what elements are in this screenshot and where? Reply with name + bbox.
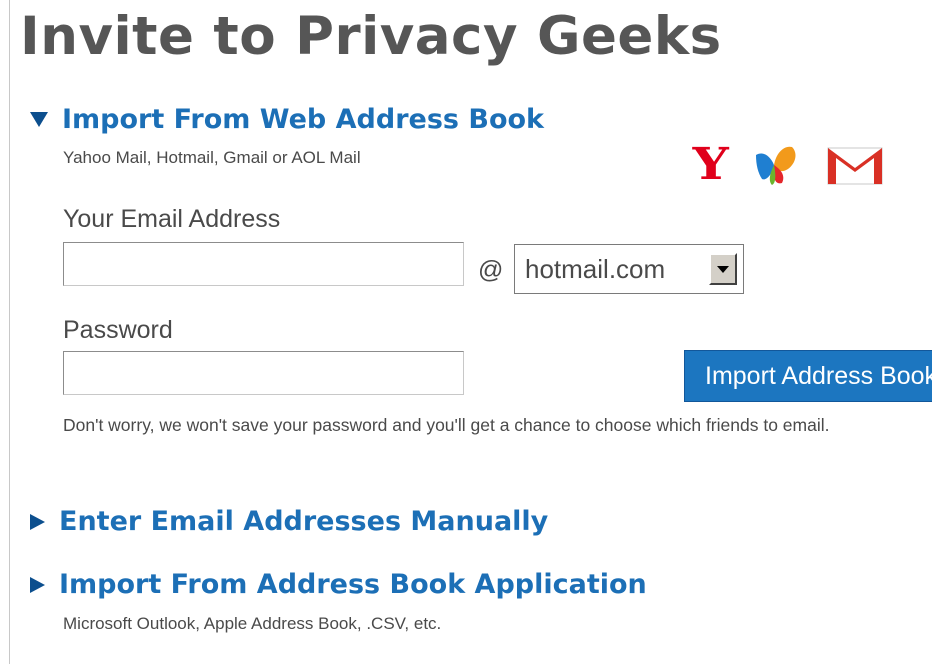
at-sign: @ <box>478 256 504 284</box>
password-notice: Don't worry, we won't save your password… <box>63 415 830 435</box>
password-field[interactable] <box>63 351 464 395</box>
yahoo-logo-icon: Y <box>692 139 729 190</box>
chevron-down-icon <box>717 265 729 273</box>
import-address-book-button[interactable]: Import Address Book <box>684 350 932 402</box>
page-title: Invite to Privacy Geeks <box>20 6 722 67</box>
email-domain-select[interactable]: hotmail.com <box>514 244 744 294</box>
section-manual-entry-toggle[interactable]: Enter Email Addresses Manually <box>30 508 548 535</box>
dropdown-button[interactable] <box>709 253 737 285</box>
collapsed-arrow-icon <box>30 576 45 593</box>
email-domain-value: hotmail.com <box>525 253 666 284</box>
gmail-envelope-icon <box>827 147 883 185</box>
section-app-import-toggle[interactable]: Import From Address Book Application <box>30 571 647 598</box>
password-label: Password <box>63 316 173 344</box>
section-manual-entry-title: Enter Email Addresses Manually <box>59 506 549 537</box>
section-web-address-book-toggle[interactable]: Import From Web Address Book <box>30 106 544 133</box>
expanded-arrow-icon <box>30 112 48 127</box>
provider-logos: Y <box>692 139 884 190</box>
page-left-border <box>9 0 10 664</box>
email-field[interactable] <box>63 242 464 286</box>
section-app-import-title: Import From Address Book Application <box>59 569 647 600</box>
app-import-subtitle: Microsoft Outlook, Apple Address Book, .… <box>63 614 442 633</box>
msn-butterfly-icon <box>756 146 796 185</box>
web-address-book-subtitle: Yahoo Mail, Hotmail, Gmail or AOL Mail <box>63 148 361 167</box>
collapsed-arrow-icon <box>30 513 45 530</box>
email-label: Your Email Address <box>63 205 281 233</box>
section-web-address-book-title: Import From Web Address Book <box>62 104 545 135</box>
